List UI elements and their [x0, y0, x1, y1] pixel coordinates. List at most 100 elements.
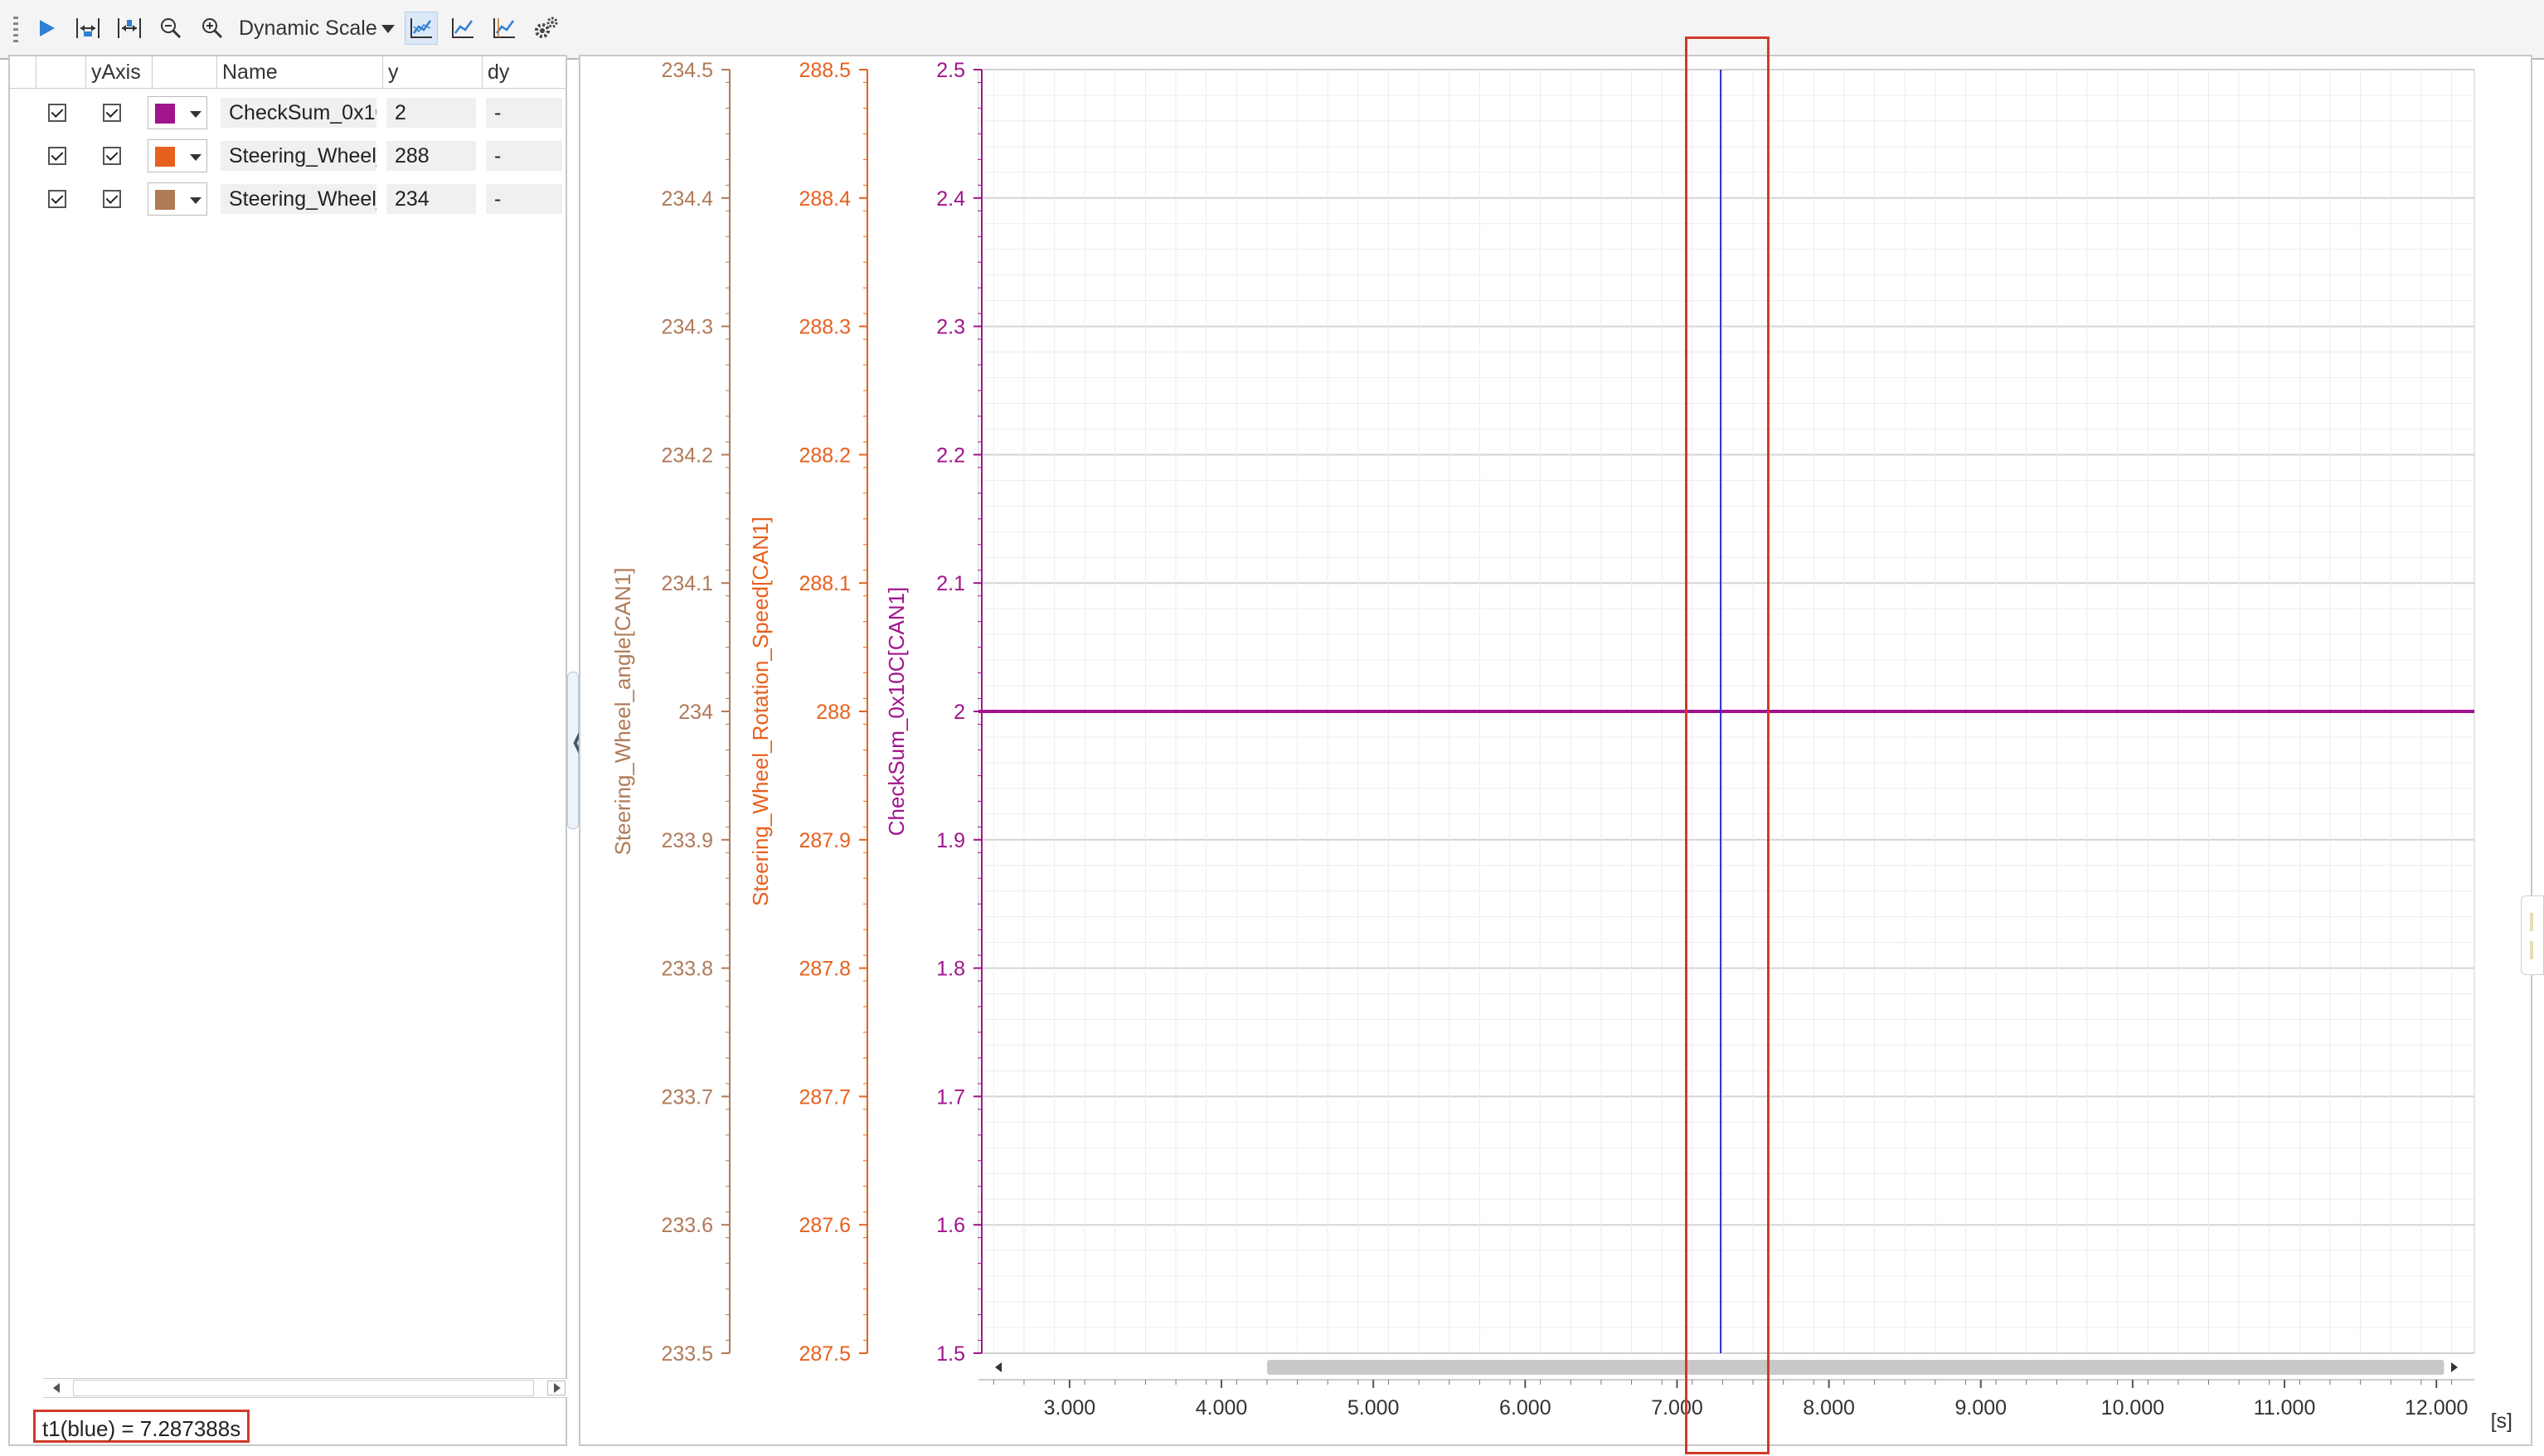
y-tick-label: 288.1 — [799, 572, 851, 595]
chart-panel: 234.5 234.4 234.3 234.2 234.1 234 233.9 233.8 23… — [579, 55, 2532, 1446]
chart-mode-3-icon[interactable] — [488, 12, 521, 45]
table-header: yAxis Name y dy — [10, 56, 566, 89]
y-tick-label: 287.7 — [799, 1085, 851, 1109]
color-picker[interactable] — [148, 139, 207, 172]
cursor-status: t1(blue) = 7.287388s — [33, 1410, 250, 1443]
y-tick-label: 234.5 — [661, 59, 713, 82]
chart-mode-1-icon[interactable] — [405, 12, 438, 45]
x-tick-label: 12.000 — [2405, 1396, 2468, 1420]
y-tick-label: 2.1 — [936, 572, 965, 595]
y-tick-label: 234.3 — [661, 316, 713, 339]
y-tick-label: 1.9 — [936, 829, 965, 852]
y-tick-label: 2.5 — [936, 59, 965, 82]
table-row[interactable]: Steering_Wheel_angle[CAN1] 234 - — [10, 177, 566, 221]
table-row[interactable]: Steering_Wheel_Rotation_Speed[CAN1] 288 … — [10, 134, 566, 177]
zoom-out-icon[interactable] — [154, 12, 187, 45]
dynamic-scale-select[interactable]: Dynamic Scale — [239, 17, 377, 41]
y-tick-label: 287.6 — [799, 1214, 851, 1237]
x-tick-label: 11.000 — [2254, 1396, 2316, 1420]
chevron-down-icon[interactable] — [190, 197, 201, 204]
signal-dy-value: - — [486, 184, 562, 214]
signal-y-value: 288 — [386, 141, 476, 171]
signal-name: Steering_Wheel_angle[CAN1] — [221, 184, 376, 214]
visible-checkbox[interactable] — [48, 147, 66, 165]
x-tick-label: 4.000 — [1196, 1396, 1248, 1420]
y-axis-title: Steering_Wheel_Rotation_Speed[CAN1] — [748, 517, 773, 906]
signal-dy-value: - — [486, 141, 562, 171]
chart-mode-2-icon[interactable] — [446, 12, 479, 45]
y-tick-label: 2 — [954, 701, 965, 724]
visible-checkbox[interactable] — [48, 104, 66, 122]
signal-y-value: 234 — [386, 184, 476, 214]
signal-panel: yAxis Name y dy CheckSum_0x10C[CAN1] 2 -… — [8, 55, 569, 1446]
y-tick-label: 234.1 — [661, 572, 713, 595]
y-tick-label: 234.2 — [661, 444, 713, 467]
play-icon[interactable] — [30, 12, 63, 45]
yaxis-checkbox[interactable] — [103, 147, 121, 165]
chart[interactable]: 234.5234.4234.3234.2234.1234233.9233.823… — [580, 56, 2531, 1444]
side-panel-handle[interactable] — [2521, 895, 2544, 975]
fit-y-icon[interactable] — [113, 12, 146, 45]
y-axis-title: Steering_Wheel_angle[CAN1] — [610, 568, 635, 856]
settings-icon[interactable] — [529, 12, 562, 45]
y-tick-label: 288 — [816, 701, 851, 724]
x-tick-label: 3.000 — [1044, 1396, 1096, 1420]
y-tick-label: 234 — [678, 701, 713, 724]
signal-name: CheckSum_0x10C[CAN1] — [221, 98, 376, 128]
header-color — [153, 56, 217, 88]
x-scroll-thumb[interactable] — [1266, 1360, 2444, 1375]
chevron-down-icon[interactable] — [190, 154, 201, 161]
y-tick-label: 234.4 — [661, 187, 713, 211]
x-tick-label: 10.000 — [2101, 1396, 2164, 1420]
y-tick-label: 2.4 — [936, 187, 965, 211]
color-picker[interactable] — [148, 96, 207, 129]
color-swatch — [155, 147, 175, 167]
zoom-in-icon[interactable] — [196, 12, 229, 45]
x-tick-label: 5.000 — [1347, 1396, 1400, 1420]
y-tick-label: 2.2 — [936, 444, 965, 467]
fit-x-icon[interactable] — [71, 12, 104, 45]
y-tick-label: 233.6 — [661, 1214, 713, 1237]
y-tick-label: 1.7 — [936, 1085, 965, 1109]
cursor-highlight-box — [1685, 36, 1770, 1454]
y-tick-label: 287.8 — [799, 958, 851, 981]
y-tick-label: 233.7 — [661, 1085, 713, 1109]
table-row[interactable]: CheckSum_0x10C[CAN1] 2 - — [10, 91, 566, 134]
y-tick-label: 233.8 — [661, 958, 713, 981]
chevron-down-icon[interactable] — [190, 111, 201, 118]
scroll-right-icon[interactable] — [547, 1381, 566, 1395]
yaxis-checkbox[interactable] — [103, 104, 121, 122]
x-tick-label: 6.000 — [1499, 1396, 1551, 1420]
header-dy[interactable]: dy — [483, 56, 566, 88]
y-tick-label: 288.5 — [799, 59, 851, 82]
collapse-panel-handle[interactable] — [567, 672, 589, 829]
signal-y-value: 2 — [386, 98, 476, 128]
y-tick-label: 1.8 — [936, 958, 965, 981]
y-tick-label: 2.3 — [936, 316, 965, 339]
scroll-track[interactable] — [73, 1380, 534, 1396]
header-y[interactable]: y — [383, 56, 483, 88]
toolbar: Dynamic Scale — [0, 0, 2544, 60]
table-hscrollbar[interactable] — [43, 1378, 569, 1398]
header-name[interactable]: Name — [217, 56, 383, 88]
y-tick-label: 288.4 — [799, 187, 851, 211]
color-swatch — [155, 190, 175, 210]
signal-name: Steering_Wheel_Rotation_Speed[CAN1] — [221, 141, 376, 171]
toolbar-grip[interactable] — [13, 17, 18, 43]
color-picker[interactable] — [148, 182, 207, 216]
visible-checkbox[interactable] — [48, 190, 66, 208]
y-tick-label: 288.2 — [799, 444, 851, 467]
scroll-left-icon[interactable] — [53, 1383, 60, 1393]
y-tick-label: 1.6 — [936, 1214, 965, 1237]
y-tick-label: 287.9 — [799, 829, 851, 852]
y-tick-label: 288.3 — [799, 316, 851, 339]
header-yaxis[interactable]: yAxis — [86, 56, 153, 88]
header-spacer — [10, 56, 36, 88]
yaxis-checkbox[interactable] — [103, 190, 121, 208]
chevron-down-icon[interactable] — [381, 25, 395, 33]
y-tick-label: 233.5 — [661, 1342, 713, 1366]
y-tick-label: 287.5 — [799, 1342, 851, 1366]
header-visible — [36, 56, 86, 88]
y-tick-label: 233.9 — [661, 829, 713, 852]
y-tick-label: 1.5 — [936, 1342, 965, 1366]
